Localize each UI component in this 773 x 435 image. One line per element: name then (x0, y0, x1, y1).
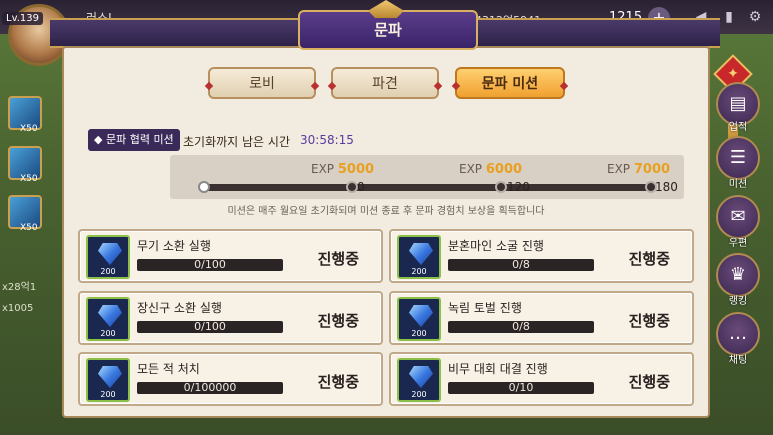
mission-status: 진행중 (317, 373, 359, 391)
tab-lobby[interactable]: 로비 (204, 67, 320, 99)
battery-icon: ▮ (725, 9, 733, 25)
progress-dot-2 (495, 181, 507, 193)
mission-status: 진행중 (628, 312, 670, 330)
mission-card[interactable]: 200 장신구 소환 실행 0/100 진행중 (78, 291, 383, 345)
mission-card[interactable]: 200 모든 적 처치 0/100000 진행중 (78, 352, 383, 406)
exp-milestone-3: EXP 7000 (607, 162, 670, 177)
mission-note: 미션은 매주 월요일 초기화되며 미션 종료 후 문파 경험치 보상을 획득합니… (227, 206, 545, 217)
progress-start-dot (198, 181, 210, 193)
mission-card[interactable]: 200 분혼마인 소굴 진행 0/8 진행중 (389, 229, 694, 283)
mission-card[interactable]: 200 무기 소환 실행 0/100 진행중 (78, 229, 383, 283)
chat-icon: … (729, 323, 747, 344)
mission-card[interactable]: 200 녹림 토벌 진행 0/8 진행중 (389, 291, 694, 345)
left-stat-2: x1005 (2, 303, 34, 314)
exp-value-1: 5000 (337, 162, 375, 177)
mission-status: 진행중 (628, 250, 670, 268)
ranking-label: 랭킹 (728, 296, 748, 307)
tab-guild-mission-label: 문파 미션 (481, 76, 539, 92)
exp-prefix: EXP (311, 162, 335, 176)
window-title: 문파 (374, 21, 402, 39)
progress-mark-2: 120 (507, 180, 530, 194)
mission-name: 비무 대회 대결 진행 (448, 362, 548, 376)
skill-count-3: X50 (20, 223, 38, 233)
gem-icon (409, 366, 433, 388)
reward-amount: 200 (411, 390, 427, 399)
gem-icon (409, 305, 433, 327)
left-stat-1: x28억1 (2, 282, 37, 293)
reward-icon-frame: 200 (86, 297, 130, 341)
reward-amount: 200 (411, 329, 427, 338)
exp-prefix: EXP (459, 162, 483, 176)
progress-mark-1: 0 (357, 180, 365, 194)
mission-button[interactable]: ☰ (716, 136, 760, 180)
progress-track (203, 184, 651, 191)
progress-mark-3: 180 (655, 180, 678, 194)
mission-name: 녹림 토벌 진행 (448, 301, 522, 315)
mail-icon: ✉ (730, 206, 746, 227)
reward-icon-frame: 200 (86, 358, 130, 402)
mission-progress: 0/10 (508, 381, 534, 394)
mission-progress: 0/100 (194, 320, 226, 333)
mission-icon: ☰ (729, 147, 747, 168)
gear-icon[interactable]: ⚙ (746, 8, 764, 26)
mission-progress: 0/8 (512, 258, 530, 271)
skill-count-1: X50 (20, 124, 38, 134)
tab-dispatch-label: 파견 (372, 76, 398, 92)
reward-icon-frame: 200 (86, 235, 130, 279)
exp-value-2: 6000 (485, 162, 523, 177)
reward-amount: 200 (100, 329, 116, 338)
mission-name: 장신구 소환 실행 (137, 301, 222, 315)
mission-tag: ◆ 문파 협력 미션 (88, 129, 180, 151)
crown-icon: ♛ (729, 264, 747, 285)
mission-progress: 0/100000 (183, 381, 237, 394)
reset-label: 초기화까지 남은 시간 (183, 135, 290, 149)
mission-name: 분혼마인 소굴 진행 (448, 239, 544, 253)
skill-count-2: X50 (20, 174, 38, 184)
gem-icon (98, 305, 122, 327)
clipboard-icon: ▤ (729, 93, 747, 114)
reward-icon-frame: 200 (397, 358, 441, 402)
mail-button[interactable]: ✉ (716, 195, 760, 239)
chat-button[interactable]: … (716, 312, 760, 356)
gem-icon (98, 243, 122, 265)
mission-card[interactable]: 200 비무 대회 대결 진행 0/10 진행중 (389, 352, 694, 406)
reward-amount: 200 (100, 390, 116, 399)
reset-timer: 30:58:15 (300, 133, 354, 147)
reward-amount: 200 (100, 267, 116, 276)
exp-prefix: EXP (607, 162, 631, 176)
mission-progress: 0/100 (194, 258, 226, 271)
exp-milestone-2: EXP 6000 (459, 162, 522, 177)
tab-lobby-label: 로비 (249, 76, 275, 92)
tab-guild-mission[interactable]: 문파 미션 (451, 67, 569, 99)
mission-label: 미션 (728, 179, 748, 190)
exp-value-3: 7000 (633, 162, 671, 177)
reward-icon-frame: 200 (397, 235, 441, 279)
chat-label: 채팅 (728, 355, 748, 366)
achievement-label: 업적 (728, 122, 748, 133)
reward-icon-frame: 200 (397, 297, 441, 341)
mission-name: 모든 적 처치 (137, 362, 200, 376)
reward-amount: 200 (411, 267, 427, 276)
mission-status: 진행중 (317, 312, 359, 330)
tab-dispatch[interactable]: 파견 (327, 67, 443, 99)
gem-icon (409, 243, 433, 265)
gem-icon (98, 366, 122, 388)
mission-status: 진행중 (628, 373, 670, 391)
exp-milestone-1: EXP 5000 (311, 162, 374, 177)
mission-progress: 0/8 (512, 320, 530, 333)
mission-tag-label: 문파 협력 미션 (105, 133, 174, 146)
mission-status: 진행중 (317, 250, 359, 268)
player-level: Lv.139 (2, 12, 43, 25)
mail-label: 우편 (728, 238, 748, 249)
mission-name: 무기 소환 실행 (137, 239, 211, 253)
ranking-button[interactable]: ♛ (716, 253, 760, 297)
